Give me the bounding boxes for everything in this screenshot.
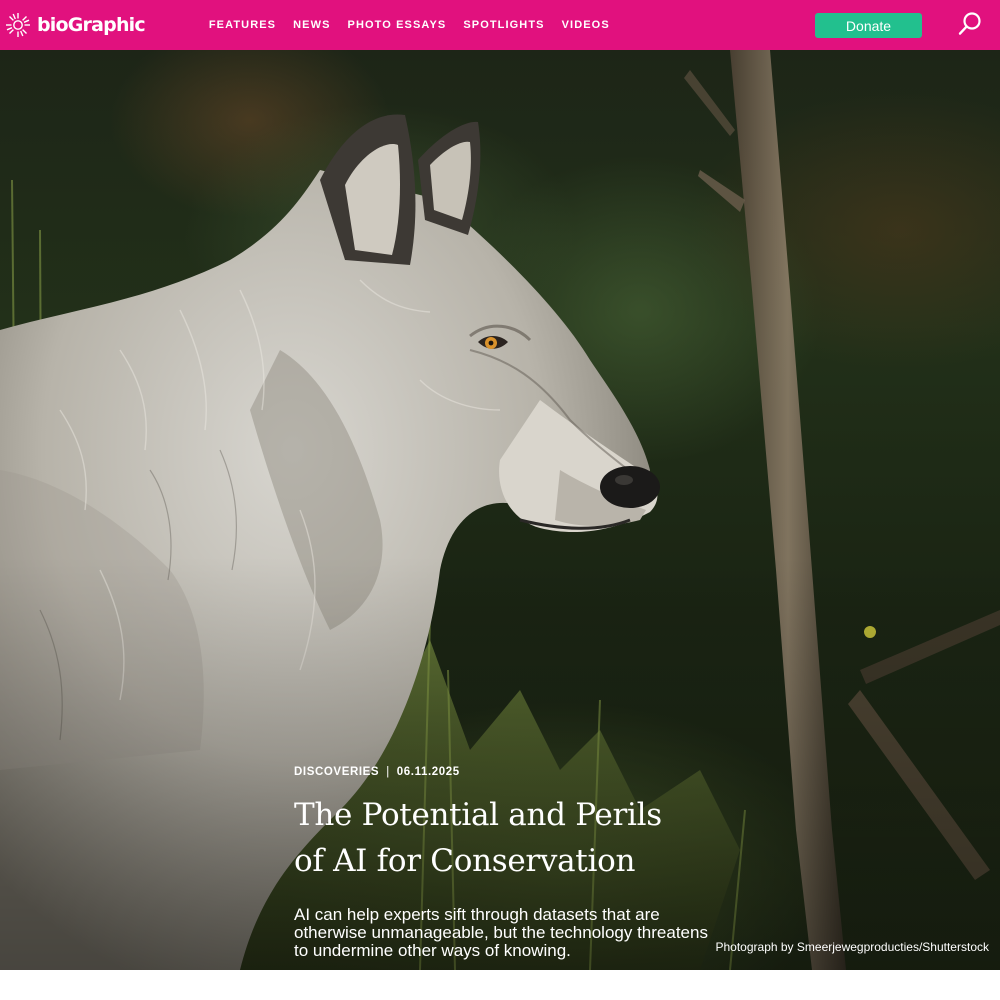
site-logo[interactable]: bioGraphic bbox=[4, 11, 146, 39]
site-header: bioGraphic Features News Photo Essays Sp… bbox=[0, 0, 1000, 50]
article-title-line-2[interactable]: of AI for Conservation bbox=[294, 843, 635, 879]
nav-videos[interactable]: Videos bbox=[562, 19, 610, 31]
search-icon[interactable] bbox=[957, 11, 983, 37]
article-title-line-1[interactable]: The Potential and Perils bbox=[294, 797, 662, 833]
nav-news[interactable]: News bbox=[293, 19, 330, 31]
article-meta: Discoveries | 06.11.2025 bbox=[294, 766, 734, 778]
photo-credit: Photograph by Smeerjewegproducties/Shutt… bbox=[715, 940, 990, 954]
hero-section: Discoveries | 06.11.2025 The Potential a… bbox=[0, 50, 1000, 970]
article-date: 06.11.2025 bbox=[396, 766, 460, 778]
site-logo-text: bioGraphic bbox=[37, 14, 146, 36]
main-nav: Features News Photo Essays Spotlights Vi… bbox=[209, 19, 627, 31]
nav-spotlights[interactable]: Spotlights bbox=[463, 19, 544, 31]
article-category-link[interactable]: Discoveries bbox=[294, 766, 379, 778]
nav-photo-essays[interactable]: Photo Essays bbox=[348, 19, 447, 31]
sunburst-logo-icon bbox=[6, 13, 30, 37]
nav-features[interactable]: Features bbox=[209, 19, 276, 31]
featured-article: Discoveries | 06.11.2025 The Potential a… bbox=[294, 766, 734, 970]
article-dek: AI can help experts sift through dataset… bbox=[294, 905, 708, 960]
meta-separator: | bbox=[386, 766, 390, 778]
donate-button[interactable]: Donate bbox=[815, 13, 922, 38]
article-title[interactable]: The Potential and Perils of AI for Conse… bbox=[294, 792, 734, 884]
